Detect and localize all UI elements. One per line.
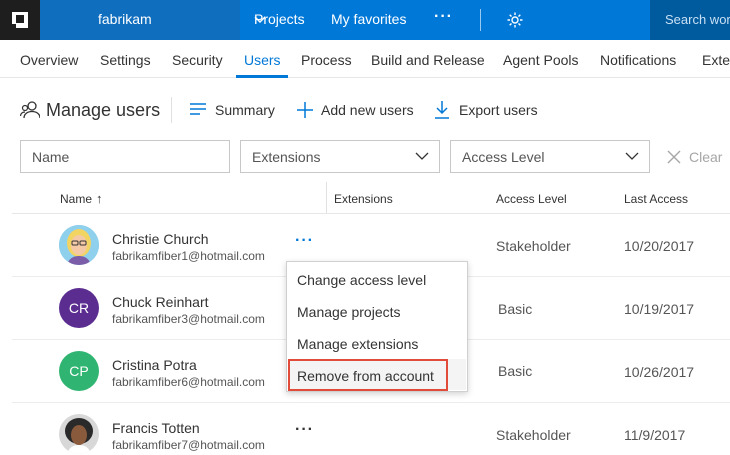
account-name: fabrikam (98, 11, 152, 27)
tab-notifications[interactable]: Notifications (600, 52, 676, 68)
user-name: Francis Totten (112, 420, 200, 436)
avatar: CR (59, 288, 99, 328)
more-actions-icon[interactable]: ··· (295, 421, 314, 439)
tab-settings[interactable]: Settings (100, 52, 151, 68)
highlight-callout (288, 359, 448, 391)
top-nav-bar: fabrikam Projects My favorites ··· Searc… (0, 0, 730, 40)
sort-ascending-icon: ↑ (96, 191, 103, 206)
user-email: fabrikamfiber6@hotmail.com (112, 375, 265, 389)
tab-users[interactable]: Users (244, 52, 281, 68)
tab-extensions[interactable]: Exter (702, 52, 730, 68)
menu-item-manage-projects[interactable]: Manage projects (297, 304, 401, 320)
search-input[interactable]: Search wor (665, 12, 730, 27)
access-level-cell: Basic (498, 363, 533, 379)
avatar: CP (59, 351, 99, 391)
access-level-cell: Stakeholder (496, 427, 571, 443)
column-header-name[interactable]: Name (60, 192, 92, 206)
summary-button[interactable]: Summary (215, 102, 275, 118)
access-level-cell: Basic (498, 301, 533, 317)
vsts-logo[interactable] (0, 0, 40, 40)
header-divider (12, 213, 730, 214)
chevron-down-icon (625, 152, 639, 160)
menu-item-change-access-level[interactable]: Change access level (297, 272, 426, 288)
user-name: Chuck Reinhart (112, 294, 209, 310)
tab-security[interactable]: Security (172, 52, 223, 68)
column-header-last-access[interactable]: Last Access (624, 192, 688, 206)
chevron-down-icon (415, 152, 429, 160)
avatar-photo (59, 414, 99, 454)
tab-agent-pools[interactable]: Agent Pools (503, 52, 579, 68)
user-email: fabrikamfiber3@hotmail.com (112, 312, 265, 326)
close-icon[interactable] (666, 149, 682, 165)
extensions-filter-dropdown[interactable]: Extensions (240, 140, 440, 173)
clear-filters-button[interactable]: Clear (689, 149, 722, 165)
access-level-filter-label: Access Level (462, 149, 545, 165)
settings-tabs: Overview Settings Security Users Process… (0, 40, 730, 78)
more-actions-icon[interactable]: ··· (295, 232, 314, 250)
extensions-filter-label: Extensions (252, 149, 321, 165)
account-selector[interactable]: fabrikam (40, 0, 266, 40)
last-access-cell: 10/20/2017 (624, 238, 695, 254)
last-access-cell: 10/19/2017 (624, 301, 695, 317)
last-access-cell: 11/9/2017 (624, 427, 686, 443)
plus-icon (297, 102, 313, 118)
user-name: Christie Church (112, 231, 209, 247)
toolbar-divider (171, 97, 172, 123)
user-name: Cristina Potra (112, 357, 197, 373)
export-users-button[interactable]: Export users (459, 102, 538, 118)
users-icon (20, 101, 40, 119)
name-filter-input[interactable]: Name (20, 140, 230, 173)
access-level-filter-dropdown[interactable]: Access Level (450, 140, 650, 173)
column-header-access-level[interactable]: Access Level (496, 192, 567, 206)
avatar (59, 225, 99, 265)
download-icon (435, 101, 449, 119)
avatar (59, 414, 99, 454)
summary-icon (190, 103, 206, 115)
user-email: fabrikamfiber1@hotmail.com (112, 249, 265, 263)
tab-process[interactable]: Process (301, 52, 352, 68)
active-tab-indicator (236, 75, 288, 78)
row-divider (12, 402, 730, 403)
user-email: fabrikamfiber7@hotmail.com (112, 438, 265, 452)
gear-icon[interactable] (506, 11, 524, 29)
last-access-cell: 10/26/2017 (624, 364, 695, 380)
nav-projects[interactable]: Projects (254, 11, 305, 27)
page-title: Manage users (46, 100, 161, 120)
tab-overview[interactable]: Overview (20, 52, 78, 68)
column-header-extensions[interactable]: Extensions (334, 192, 393, 206)
access-level-cell: Stakeholder (496, 238, 571, 254)
tab-build-and-release[interactable]: Build and Release (371, 52, 485, 68)
column-divider[interactable] (326, 182, 327, 214)
more-icon[interactable]: ··· (434, 8, 453, 26)
nav-divider (480, 9, 481, 31)
avatar-photo (59, 225, 99, 265)
logo-icon (12, 12, 28, 28)
nav-my-favorites[interactable]: My favorites (331, 11, 406, 27)
add-new-users-button[interactable]: Add new users (321, 102, 414, 118)
name-filter-placeholder: Name (32, 149, 70, 165)
menu-item-manage-extensions[interactable]: Manage extensions (297, 336, 418, 352)
